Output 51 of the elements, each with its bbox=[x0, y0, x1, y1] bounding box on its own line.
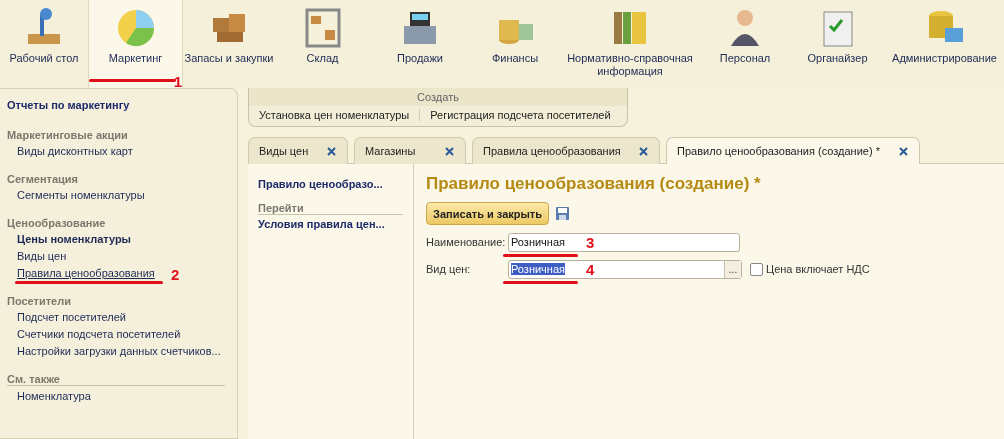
section-tab[interactable]: Склад bbox=[275, 0, 370, 88]
document-tab[interactable]: Магазины bbox=[354, 137, 466, 164]
group-heading: Посетители bbox=[7, 295, 72, 307]
field-label: Вид цен: bbox=[426, 263, 472, 275]
document-tab[interactable]: Правило ценообразования (создание) * bbox=[666, 137, 920, 164]
group-heading: Ценообразование bbox=[7, 217, 107, 229]
close-icon[interactable] bbox=[898, 145, 909, 157]
section-tab[interactable]: Запасы и закупки bbox=[183, 0, 275, 88]
create-action[interactable]: Регистрация подсчета посетителей bbox=[420, 109, 621, 121]
checkbox-label: Цена включает НДС bbox=[766, 263, 870, 275]
field-label: Наименование: bbox=[426, 236, 507, 248]
sidebar-link[interactable]: Номенклатура bbox=[17, 388, 91, 405]
annotation-number: 3 bbox=[586, 234, 595, 251]
sidebar-link[interactable]: Сегменты номенклатуры bbox=[17, 187, 145, 204]
sidebar-link[interactable]: Настройки загрузки данных счетчиков... bbox=[17, 343, 221, 360]
sidebar-link[interactable]: Счетчики подсчета посетителей bbox=[17, 326, 181, 343]
nav-heading: Перейти bbox=[258, 202, 403, 215]
section-tab[interactable]: Маркетинг 1 bbox=[88, 0, 183, 88]
sidebar-link[interactable]: Виды дисконтных карт bbox=[17, 143, 133, 160]
sidebar-link[interactable]: Цены номенклатуры bbox=[17, 231, 131, 248]
section-tab[interactable]: Персонал bbox=[700, 0, 790, 88]
nav-link[interactable]: Условия правила цен... bbox=[258, 218, 413, 230]
sidebar-title[interactable]: Отчеты по маркетингу bbox=[7, 99, 237, 111]
annotation-number: 4 bbox=[586, 261, 595, 278]
checkbox[interactable] bbox=[750, 262, 763, 276]
group-heading: Сегментация bbox=[7, 173, 79, 185]
form-title: Правило ценообразования (создание) * bbox=[426, 174, 762, 194]
sidebar-link[interactable]: Виды цен bbox=[17, 248, 67, 265]
group-heading: См. также bbox=[7, 373, 225, 386]
section-tab[interactable]: Рабочий стол bbox=[0, 0, 88, 88]
group-heading: Маркетинговые акции bbox=[7, 129, 129, 141]
save-close-button[interactable]: Записать и закрыть bbox=[426, 202, 550, 225]
section-tab[interactable]: Продажи bbox=[370, 0, 470, 88]
section-tab[interactable]: Нормативно-справочная информация bbox=[560, 0, 700, 88]
annotation-number: 1 bbox=[173, 73, 182, 90]
annotation-number: 2 bbox=[171, 266, 180, 283]
section-tab[interactable]: Органайзер bbox=[790, 0, 885, 88]
panel-title: Создать bbox=[249, 88, 627, 106]
close-icon[interactable] bbox=[326, 145, 337, 157]
choice-button[interactable]: ... bbox=[724, 260, 741, 278]
document-tab[interactable]: Правила ценообразования bbox=[472, 137, 660, 164]
sidebar-link[interactable]: Правила ценообразования bbox=[17, 265, 155, 282]
section-tab[interactable]: Финансы bbox=[470, 0, 560, 88]
close-icon[interactable] bbox=[638, 145, 649, 157]
document-tab[interactable]: Виды цен bbox=[248, 137, 348, 164]
nav-title[interactable]: Правило ценообразо... bbox=[258, 178, 413, 190]
close-icon[interactable] bbox=[444, 145, 455, 157]
save-icon[interactable] bbox=[555, 206, 571, 221]
section-tab[interactable]: Администрирование bbox=[885, 0, 1004, 88]
sidebar-link[interactable]: Подсчет посетителей bbox=[17, 309, 126, 326]
create-action[interactable]: Установка цен номенклатуры bbox=[249, 109, 421, 121]
